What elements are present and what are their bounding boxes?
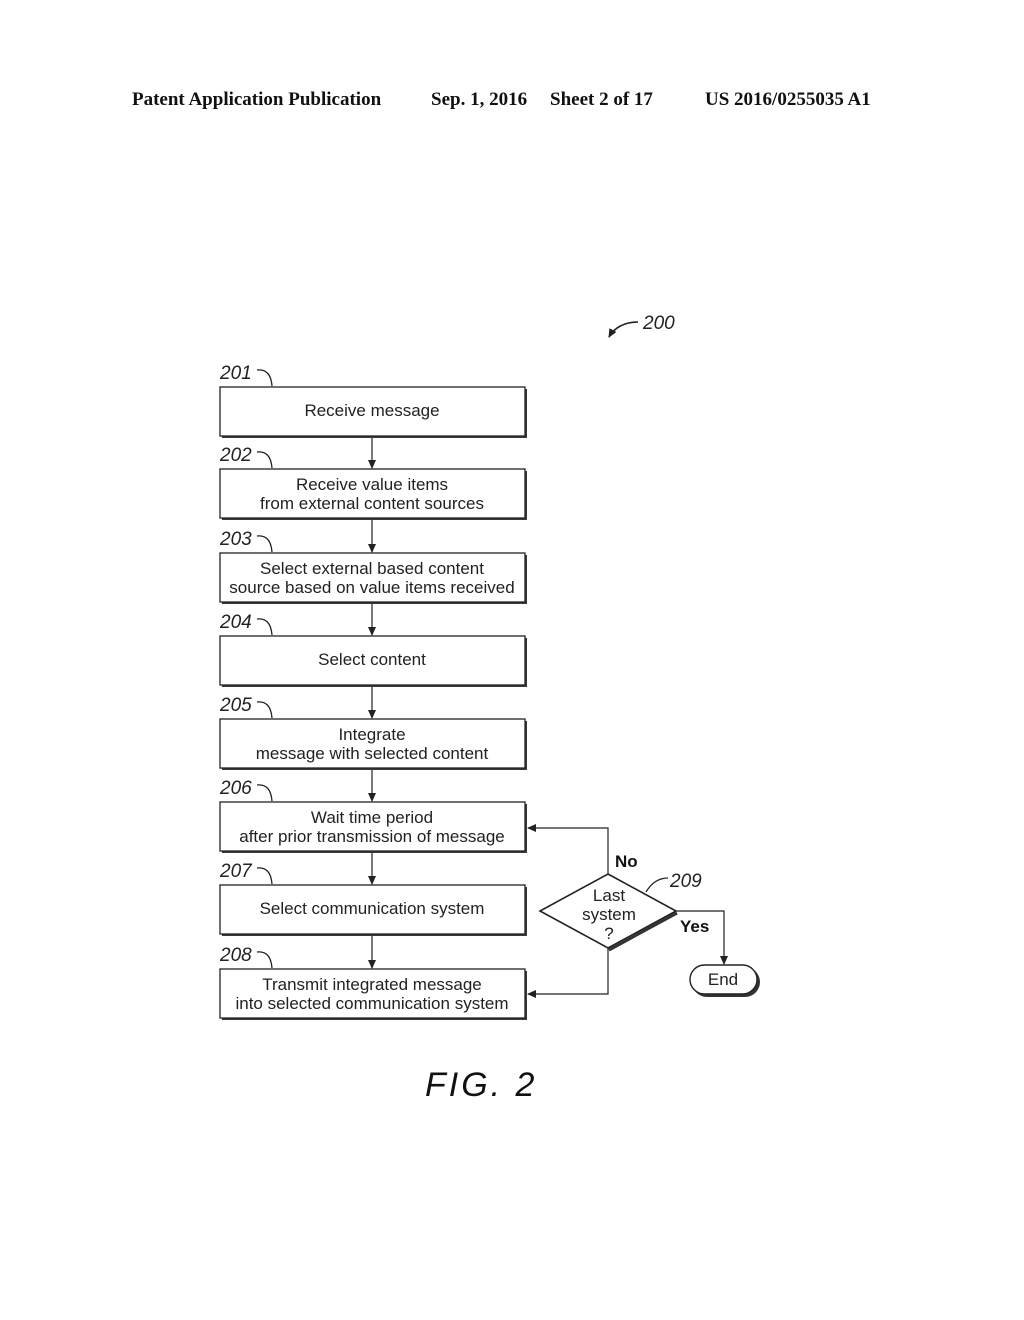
decision-ref-label: 209	[669, 871, 702, 892]
step-text-line: from external content sources	[260, 494, 484, 513]
no-branch-connector	[527, 824, 609, 874]
end-terminal-label: End	[708, 970, 738, 989]
process-step: 202 Receive value itemsfrom external cont…	[219, 445, 527, 520]
figure-ref-label: 200	[642, 313, 675, 334]
step-text-line: after prior transmission of message	[239, 827, 505, 846]
step-text-line: into selected communication system	[235, 994, 508, 1013]
step-ref-leader	[256, 618, 273, 636]
step-ref-leader	[256, 867, 273, 885]
loop-connector	[527, 948, 609, 998]
step-ref-label: 201	[219, 363, 252, 384]
step-text-line: Receive message	[304, 401, 439, 420]
figure-caption: FIG. 2	[425, 1066, 537, 1104]
step-ref-leader	[256, 369, 273, 387]
step-text-line: source based on value items received	[229, 578, 514, 597]
step-ref-label: 203	[219, 529, 252, 550]
step-ref-leader	[256, 451, 273, 469]
figure-reference: 200	[608, 313, 675, 338]
step-text-line: Transmit integrated message	[262, 975, 482, 994]
step-ref-label: 206	[219, 778, 252, 799]
process-steps: 201 Receive message 202 Receive value items…	[219, 363, 527, 1020]
process-step: 207 Select communication system	[219, 861, 527, 936]
process-step: 204 Select content	[219, 612, 527, 687]
step-text-line: Select content	[318, 650, 426, 669]
no-label: No	[615, 852, 638, 871]
process-step: 208 Transmit integrated messageinto selec…	[219, 945, 527, 1020]
decision-text-line-2: system	[582, 905, 636, 924]
process-step: 201 Receive message	[219, 363, 527, 438]
process-step: 205 Integratemessage with selected conten…	[219, 695, 527, 770]
step-ref-label: 204	[219, 612, 252, 633]
step-text-line: message with selected content	[256, 744, 489, 763]
process-step: 206 Wait time periodafter prior transmiss…	[219, 778, 527, 853]
process-step: 203 Select external based contentsource b…	[219, 529, 527, 604]
flowchart: 200 201 Receive message 202 Receive value i…	[219, 313, 760, 1104]
end-terminal: End	[689, 964, 760, 997]
step-text-line: Receive value items	[296, 475, 448, 494]
step-ref-label: 208	[219, 945, 252, 966]
figure-ref-arrow-icon	[608, 321, 639, 338]
decision-text-line-1: Last	[593, 886, 625, 905]
step-text-line: Select communication system	[260, 899, 485, 918]
step-ref-label: 205	[219, 695, 252, 716]
decision-text-line-3: ?	[604, 924, 613, 943]
step-ref-leader	[256, 784, 273, 802]
step-text-line: Integrate	[338, 725, 405, 744]
step-ref-label: 202	[219, 445, 252, 466]
step-ref-leader	[256, 535, 273, 553]
step-text-line: Wait time period	[311, 808, 433, 827]
step-text-line: Select external based content	[260, 559, 484, 578]
yes-label: Yes	[680, 917, 709, 936]
step-ref-leader	[256, 701, 273, 719]
step-ref-leader	[256, 951, 273, 969]
decision-ref-leader	[645, 877, 669, 893]
step-ref-label: 207	[219, 861, 253, 882]
